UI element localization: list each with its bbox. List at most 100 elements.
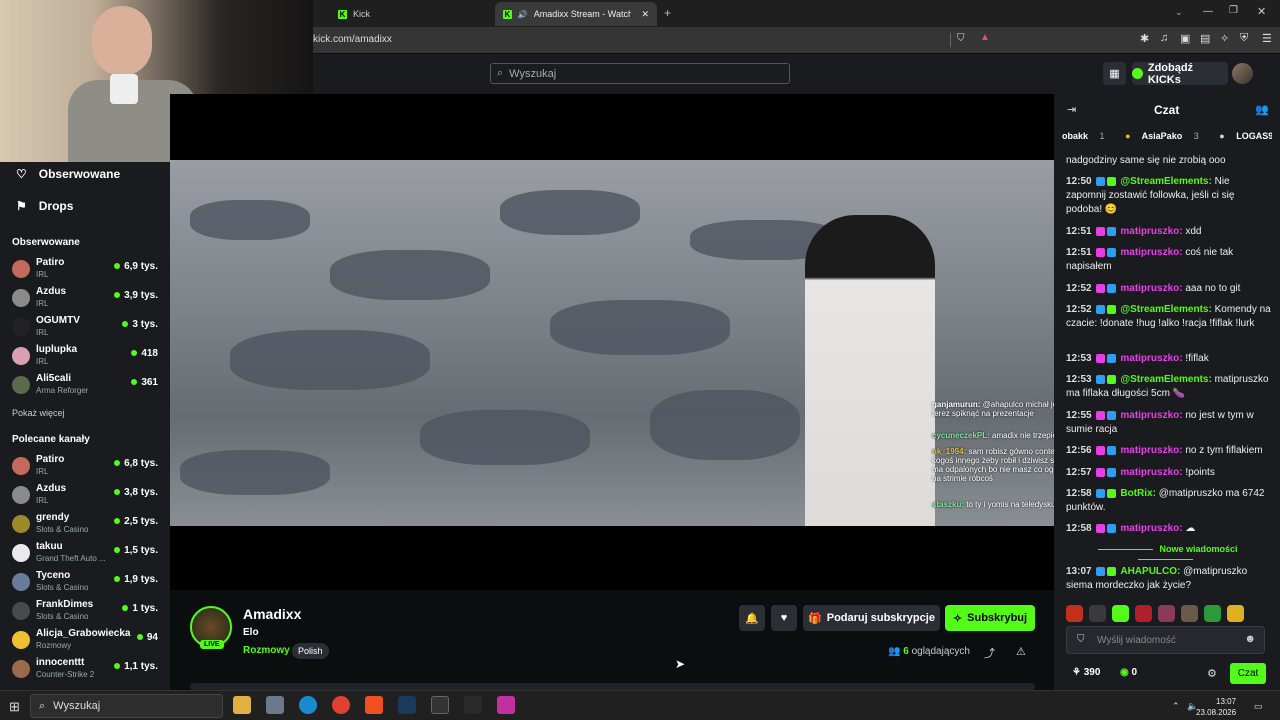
sidebar-rec-channel-grendy[interactable]: grendy Slots & Casino 2,5 tys. [12, 512, 162, 540]
wallet-icon[interactable]: ▤ [1200, 32, 1210, 45]
bell-icon: 🔔 [745, 612, 759, 625]
media-icon[interactable]: ♫ [1160, 32, 1168, 44]
chat-username[interactable]: matipruszko: [1120, 410, 1182, 421]
subscribe-button[interactable]: ✧ Subskrybuj [945, 605, 1035, 631]
chat-username[interactable]: @StreamElements: [1120, 374, 1211, 385]
sidebar-rec-channel-takuu[interactable]: takuu Grand Theft Auto ... 1,5 tys. [12, 541, 162, 569]
brave-rewards-icon[interactable]: ▲ [980, 32, 990, 43]
gifter[interactable]: ● AsiaPako 3 [1125, 131, 1208, 141]
sidebar-rec-channel-patiro[interactable]: Patiro IRL 6,8 tys. [12, 454, 162, 482]
sidebar-rec-channel-frankdimes[interactable]: FrankDimes Slots & Casino 1 tys. [12, 599, 162, 627]
emote-icon[interactable] [1089, 605, 1106, 622]
leo-ai-icon[interactable]: ✧ [1220, 32, 1229, 45]
chat-input[interactable]: ⛉ Wyślij wiadomość ☻ [1066, 626, 1265, 654]
windows-start-icon[interactable]: ⊞ [9, 699, 20, 715]
chat-username[interactable]: matipruszko: [1120, 226, 1182, 237]
close-tab-icon[interactable]: ✕ [641, 9, 649, 20]
edge-icon[interactable] [299, 696, 317, 714]
sidebar-icon[interactable]: ▣ [1180, 32, 1190, 45]
chat-username[interactable]: matipruszko: [1120, 523, 1182, 534]
chat-username[interactable]: matipruszko: [1120, 247, 1182, 258]
tray-expand-icon[interactable]: ⌃ [1172, 701, 1180, 712]
sidebar-channel-ogumtv[interactable]: OGUMTV IRL 3 tys. [12, 315, 162, 343]
emote-icon[interactable] [1135, 605, 1152, 622]
emoji-icon[interactable]: ☻ [1244, 633, 1256, 645]
sidebar-channel-ali5cali[interactable]: Ali5cali Arma Reforger 361 [12, 373, 162, 401]
emote-icon[interactable] [1066, 605, 1083, 622]
sidebar-channel-patiro[interactable]: Patiro IRL 6,9 tys. [12, 257, 162, 285]
minimize-icon[interactable]: — [1203, 6, 1213, 17]
brave-icon[interactable] [365, 696, 383, 714]
gifter[interactable]: obakk 1 [1062, 131, 1114, 141]
emote-icon[interactable] [1112, 605, 1129, 622]
chat-message: nadgodziny same się nie zrobią ooo [1066, 154, 1271, 168]
sidebar-rec-channel-tyceno[interactable]: Tyceno Slots & Casino 1,9 tys. [12, 570, 162, 598]
channel-name[interactable]: Amadixx [243, 606, 301, 622]
sidebar-channel-luplupka[interactable]: luplupka IRL 418 [12, 344, 162, 372]
chat-username[interactable]: matipruszko: [1120, 445, 1182, 456]
file-explorer-icon[interactable] [233, 696, 251, 714]
extensions-icon[interactable]: ✱ [1140, 32, 1149, 45]
search-placeholder: Wyszukaj [509, 67, 557, 80]
notifications-icon[interactable]: ▭ [1254, 701, 1263, 712]
nav-following[interactable]: ♡ Obserwowane [16, 167, 120, 181]
gift-subscription-button[interactable]: 🎁 Podaruj subskrypcje [803, 605, 940, 631]
new-messages-divider[interactable]: Nowe wiadomości [1062, 544, 1268, 564]
chat-username[interactable]: matipruszko: [1120, 467, 1182, 478]
app-icon[interactable] [266, 696, 284, 714]
emote-icon[interactable] [1158, 605, 1175, 622]
chat-message: 12:53 @StreamElements: matipruszko ma fi… [1066, 373, 1271, 401]
chat-username[interactable]: BotRix: [1120, 488, 1156, 499]
emote-icon[interactable] [1181, 605, 1198, 622]
emote-icon[interactable] [1204, 605, 1221, 622]
channel-points[interactable]: ⚘ 390 [1072, 667, 1100, 678]
avatar[interactable] [1232, 63, 1253, 84]
obs-icon[interactable] [431, 696, 449, 714]
sidebar-rec-channel-innocenttt[interactable]: innocenttt Counter-Strike 2 1,1 tys. [12, 657, 162, 685]
sidebar-rec-channel-azdus[interactable]: Azdus IRL 3,8 tys. [12, 483, 162, 511]
taskbar-search[interactable]: ⌕ Wyszukaj [30, 694, 223, 718]
app-icon[interactable] [464, 696, 482, 714]
new-tab-button[interactable]: + [664, 6, 671, 20]
stream-category[interactable]: Rozmowy [243, 645, 290, 656]
close-window-icon[interactable]: ✕ [1257, 5, 1266, 18]
tab-amadixx-stream[interactable]: K 🔊 Amadixx Stream - Watch Live ✕ [495, 2, 657, 26]
follow-button[interactable]: ♥ [771, 605, 797, 631]
get-kicks-button[interactable]: Zdobądź KICKs [1132, 62, 1228, 86]
chat-username[interactable]: AHAPULCO: [1120, 566, 1180, 577]
chat-username[interactable]: matipruszko: [1120, 283, 1182, 294]
report-icon[interactable]: ⚠ [1016, 645, 1026, 658]
nav-drops[interactable]: ⚑ Drops [16, 199, 73, 213]
vpn-icon[interactable]: ⛨ [1240, 32, 1248, 45]
chat-users-icon[interactable]: 👥 [1255, 103, 1269, 116]
channel-category: IRL [36, 299, 49, 308]
chat-username[interactable]: @StreamElements: [1120, 304, 1211, 315]
sidebar-rec-channel-alicja[interactable]: Alicja_Grabowiecka Rozmowy 94 [12, 628, 162, 656]
maximize-icon[interactable]: ❐ [1229, 5, 1238, 16]
chrome-icon[interactable] [332, 696, 350, 714]
emote-icon[interactable] [1227, 605, 1244, 622]
collapse-chat-icon[interactable]: ⇥ [1067, 103, 1076, 116]
show-more-link[interactable]: Pokaż więcej [12, 408, 65, 418]
send-chat-button[interactable]: Czat [1230, 663, 1266, 684]
kicks-balance[interactable]: ◉ 0 [1120, 667, 1137, 678]
sidebar-channel-azdus[interactable]: Azdus IRL 3,9 tys. [12, 286, 162, 314]
taskbar-clock[interactable]: 13:07 23.08.2026 [1196, 696, 1236, 718]
brave-shield-icon[interactable]: ⛉ [957, 33, 965, 44]
language-tag[interactable]: Polish [292, 643, 329, 659]
channel-avatar [12, 486, 30, 504]
app-icon[interactable] [497, 696, 515, 714]
url-field[interactable]: kick.com/amadixx [313, 34, 392, 45]
chat-username[interactable]: matipruszko: [1120, 353, 1182, 364]
layout-button[interactable]: ▦ [1103, 62, 1126, 85]
share-icon[interactable]: ⤴ [984, 645, 995, 661]
menu-icon[interactable]: ☰ [1262, 32, 1272, 45]
gear-icon[interactable]: ⚙ [1207, 667, 1217, 680]
gifter[interactable]: ● LOGAS96 2 [1219, 131, 1272, 141]
steam-icon[interactable] [398, 696, 416, 714]
tab-kick[interactable]: K Kick [330, 2, 490, 26]
notifications-button[interactable]: 🔔 [739, 605, 765, 631]
tab-list-icon[interactable]: ⌄ [1175, 7, 1183, 18]
search-input[interactable]: ⌕ Wyszukaj [490, 63, 790, 84]
chat-username[interactable]: @StreamElements: [1120, 176, 1211, 187]
